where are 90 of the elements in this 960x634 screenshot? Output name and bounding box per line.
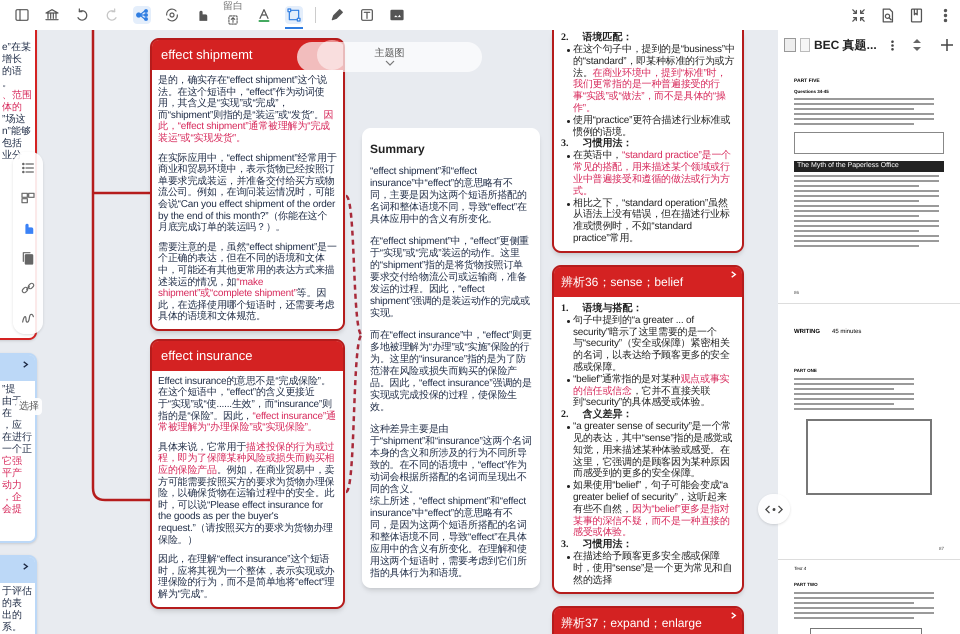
- list-number: 1.: [561, 302, 568, 315]
- chevron-icon[interactable]: [729, 611, 738, 620]
- section-heading: 习惯用法：: [582, 539, 632, 550]
- active-underline: [285, 27, 303, 29]
- text-fragment: 平产: [2, 468, 22, 480]
- summary-paragraph: 这种差异主要是由于“shipment”和“insurance”这两个名词本身的含义和所涉及的行为不同所导致的。在不同的语境中，“effect”作为动词会根据所搭配的名词而呈现出不同的含义。: [370, 422, 532, 496]
- bullet-text: 在这个句子中，提到的是“business”中的“standard”，即某种标准的行为或方法。在商业环境中，提到“标准”时，我们更常指的是一种普遍接受的行事“实践”或“做法”，而不是具体的“操作”。: [573, 44, 735, 114]
- node-title: effect insurance: [161, 347, 253, 366]
- node-paragraph: 在实际应用中，“effect shipment”经常用于商业和贸易环境中，表示货物已经按照订单要求完成装运，并准备交付给买方或物流公司。例如，在询问装运情况时，可能会说“Can you effect shipment of the order by the end of this month?”（你能在这个月底完成订单的装运吗？）。: [158, 152, 337, 234]
- text-fragment: 它强: [2, 456, 22, 468]
- collapse-icon[interactable]: [850, 6, 867, 24]
- link-icon[interactable]: [20, 280, 36, 296]
- text-fragment: ”提: [2, 384, 16, 396]
- summary-card[interactable]: [362, 128, 540, 588]
- node-paragraph: 具体来说，它常用于描述投保的行为或过程，即为了保障某种风险或损失而购买相应的保险产品。例如，在商业贸易中，卖方可能需要按照买方的要求为货物办理保险，以确保货物在运输过程中的安全。此时，可以说“Please effect insurance for the goods as per the buyer's request.”（请按照买方的要求为货物办理保险。）: [158, 442, 336, 546]
- text-fragment: 。: [2, 78, 12, 90]
- copy-icon[interactable]: [20, 250, 36, 266]
- bullet-text: 如果使用“belief”，句子可能会变成“a greater belief of security”，这听起来有些不自然，因为“belief”更多是指对某事的深信不疑，而不是一种直接的感受或体验。: [573, 480, 731, 538]
- text-fragment: 在进行: [2, 432, 32, 444]
- summary-paragraph: 而在“effect insurance”中，“effect”则更多地被理解为“办理”或“实施”保险的行为。这里的“insurance”指的是为了防范潜在风险或损失而购买的保险产品。因此，“effect insurance”强调的是实现或完成投保的过程，使保险生效。: [370, 328, 532, 414]
- split-handle[interactable]: [758, 494, 790, 524]
- text-fragment: 系。: [2, 622, 22, 634]
- list-number: 2.: [561, 409, 568, 422]
- text-fragment: e”在某: [2, 42, 31, 54]
- thumbnail-icon[interactable]: [784, 38, 796, 52]
- add-icon[interactable]: [940, 38, 954, 52]
- rotate-icon[interactable]: [163, 6, 181, 24]
- layout-icon[interactable]: [20, 190, 36, 206]
- text-fragment: ”场这: [2, 114, 26, 126]
- list-number: 2.: [561, 32, 568, 44]
- sidebar-icon[interactable]: [13, 6, 31, 24]
- chevron-down-icon[interactable]: [384, 60, 394, 66]
- tool-label: 留白: [223, 2, 243, 12]
- mindmap-node[interactable]: [552, 30, 744, 253]
- text-fragment: 会提: [2, 504, 22, 516]
- document-title: BEC 真题...: [814, 37, 877, 54]
- text-fragment: 业分: [2, 150, 22, 162]
- text-fragment: 体的: [2, 102, 22, 114]
- bookmark-icon[interactable]: [908, 6, 925, 24]
- text-fragment: 、范围: [2, 90, 32, 102]
- bullet-text: 在英语中，“standard practice”是一个常见的搭配，用来描述某个领域或行业中普遍接受和遵循的做法或行为方式。: [573, 150, 732, 198]
- section-heading: 习惯用法：: [582, 138, 632, 150]
- node-paragraph: 因此，在理解“effect insurance”这个短语时，应将其视为一个整体，表示实现或办理保险的行为，而不是简单地将“effect”理解为“完成”。: [158, 554, 336, 601]
- text-fragment: n”能够: [2, 126, 31, 138]
- select-tooltip: 选择: [16, 398, 42, 415]
- text-fragment: 一个正: [2, 444, 32, 456]
- mindmap-icon[interactable]: [133, 6, 151, 24]
- text-box-icon[interactable]: [358, 6, 376, 24]
- chevron-icon[interactable]: [21, 360, 30, 369]
- rectangle-select-icon[interactable]: [285, 6, 303, 24]
- text-fragment: 出的: [2, 610, 22, 622]
- chevron-icon[interactable]: [729, 270, 738, 279]
- node-paragraph: 需要注意的是，虽然“effect shipment”是一个正确的表达，但在不同的语境和文体中，可能还有其他更常用的表达方式来描述装运的情况，如“make shipment”或“complete shipment”等。因此，在选择使用哪个短语时，还需要考虑具体的语境和文体规范。: [158, 242, 337, 323]
- node-paragraph: 是的，确实存在“effect shipment”这个说法。在这个短语中，“effect”作为动词使用，其含义是“实现”或“完成”，而“shipment”则指的是“装运”或“发货”。因此，“effect shipment”通常被理解为“完成装运”或“实现发货”。: [158, 75, 334, 145]
- summary-paragraph: 在“effect shipment”中，“effect”更侧重于“实现”或“完成”装运的动作。这里的“shipment”指的是将货物按照订单要求交付给物流公司或运输商，准备发运的过程。因此，“effect shipment”强调的是装运动作的完成或实现。: [370, 234, 531, 320]
- mindmap-node[interactable]: [150, 38, 345, 331]
- list-number: 3.: [561, 539, 568, 552]
- text-fragment: ，应: [2, 420, 22, 432]
- mindmap-node[interactable]: 辨析37；expand；enlarge: [552, 606, 744, 634]
- mindmap-node[interactable]: [150, 338, 345, 609]
- bullet-text: 句子中提到的“a greater ... of security”暗示了这里需要的是一个与“security”（安全或保障）紧密相关的名词，以表达给予顾客更多的安全感或保障。: [573, 314, 731, 374]
- section-heading: 语境匹配：: [582, 32, 632, 44]
- node-title: 辨析37；expand；enlarge: [561, 615, 702, 632]
- list-icon[interactable]: [20, 160, 36, 176]
- node-title: 辨析36；sense；belief: [561, 274, 684, 291]
- section-heading: 语境与搭配：: [582, 302, 642, 314]
- text-fragment: 于评估: [2, 586, 32, 598]
- text-fragment: 增长: [2, 54, 22, 66]
- topic-tab[interactable]: 主题图: [297, 42, 482, 72]
- text-fragment: 的语: [2, 66, 22, 78]
- bullet-text: “a greater sense of security”是一个常见的表达，其中“sense”指的是感觉或知觉，用来描述某种体验或感受。在这里，它强调的是顾客因为某种原因而感受到的更多的安全保障。: [573, 421, 734, 480]
- text-fragment: 动力: [2, 480, 22, 492]
- bullet-text: 相比之下，“standard operation”虽然从语法上没有错误，但在描述行业标准或惯例时，不如“standard practice”常用。: [573, 198, 731, 245]
- bullet-text: 在描述给予顾客更多安全感或保障时，使用“sense”是一个更为常见和自然的选择: [573, 551, 734, 586]
- summary-paragraph: “effect shipment”和“effect insurance”中“effect”的意思略有不同，主要是因为这两个短语所搭配的名词和整体语境不同，导致“effect”在具体应用中的含义有所变化。: [370, 166, 528, 226]
- summary-paragraph: 综上所述，“effect shipment”和“effect insurance”中“effect”的意思略有不同，是因为这两个短语所搭配的名词和整体语境不同，导致“effect”在具体应用中的含义有所变化。在理解和使用这两个短语时，需要考虑到它们所指的具体行为和语境。: [370, 496, 528, 580]
- text-fragment: 在: [2, 408, 12, 420]
- text-fragment: 的表: [2, 598, 22, 610]
- node-title: effect shipmemt: [161, 46, 253, 64]
- list-number: 3.: [561, 138, 568, 150]
- chevron-icon[interactable]: [21, 562, 30, 571]
- text-fragment: 包括: [2, 138, 22, 150]
- section-heading: 含义差异：: [582, 409, 632, 422]
- bullet-text: 使用“practice”更符合描述行业标准或惯例的语境。: [573, 114, 732, 138]
- bullet-text: “belief”通常指的是对某种观点或事实的信任或信念，它并不直接关联到“security”的具体感受或体验。: [573, 374, 730, 408]
- text-fragment: ，企: [2, 492, 22, 504]
- mindmap-node[interactable]: [552, 264, 744, 594]
- summary-title: Summary: [370, 141, 426, 158]
- node-paragraph: Effect insurance的意思不是“完成保险”。在这个短语中，“effect”的含义更接近于“实现”或“使......生效”，而“insurance”则指的是“保险”。因此，“effect insurance”通常被理解为“办理保险”或“实现保险”。: [158, 376, 337, 434]
- sort-icon[interactable]: [911, 38, 924, 52]
